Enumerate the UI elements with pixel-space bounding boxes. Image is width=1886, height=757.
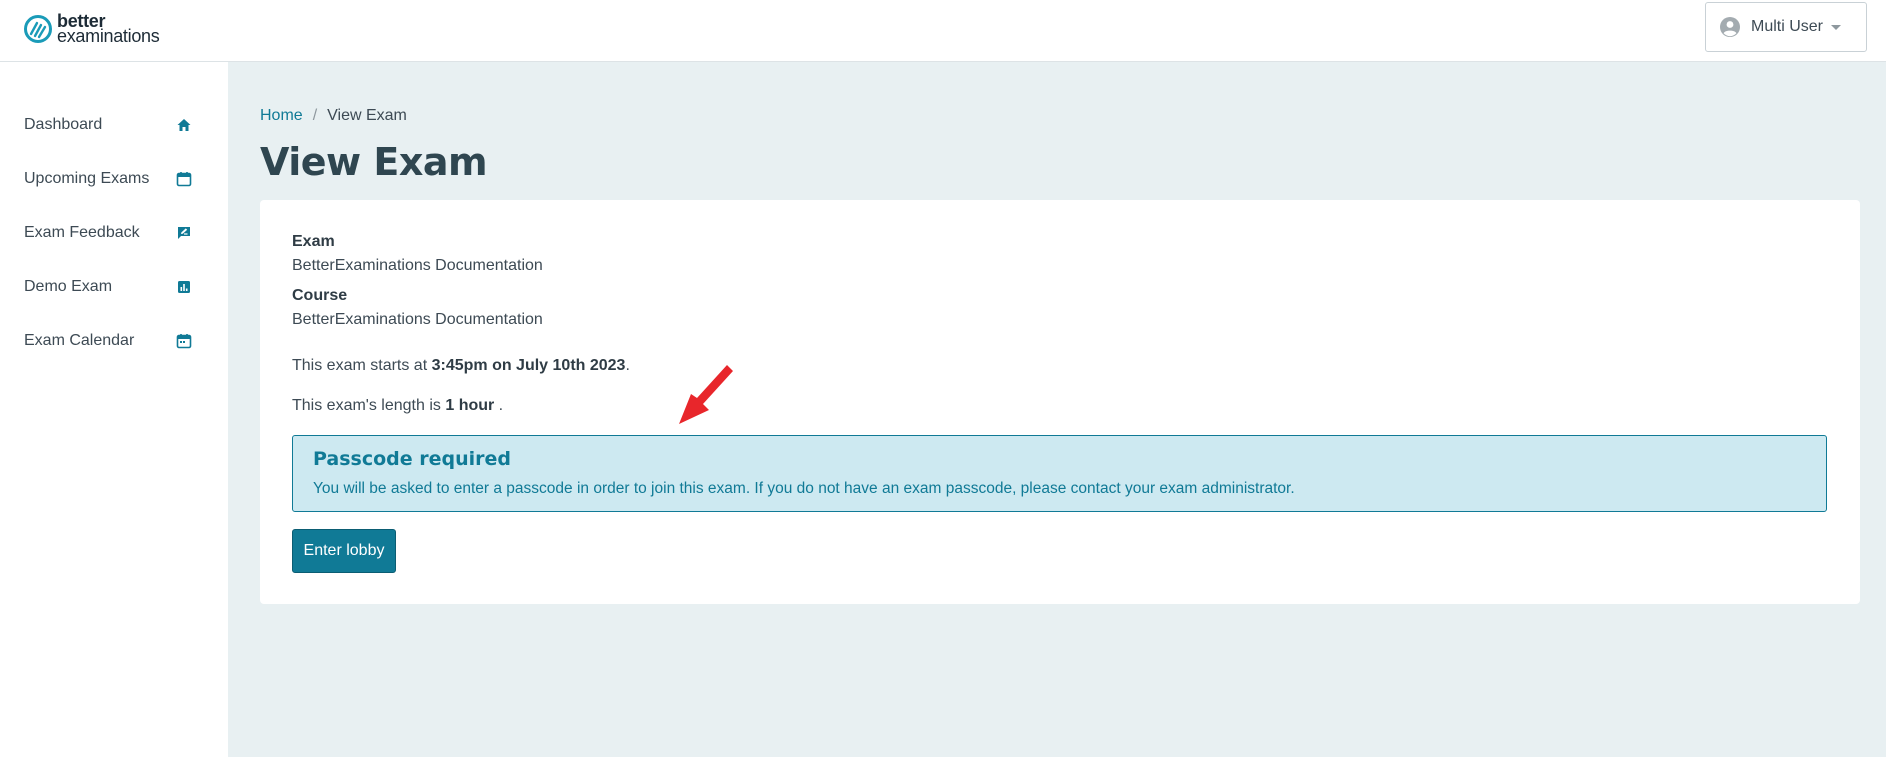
sidebar: Dashboard Upcoming Exams Exam Feedback D… xyxy=(0,62,228,757)
sidebar-item-label: Exam Feedback xyxy=(24,224,140,241)
exam-length-prefix: This exam's length is xyxy=(292,397,446,414)
logo-mark-icon xyxy=(24,15,52,43)
page-title: View Exam xyxy=(260,140,488,184)
brand-logo[interactable]: better examinations xyxy=(23,12,160,46)
exam-start-prefix: This exam starts at xyxy=(292,357,432,374)
top-bar: better examinations Multi User xyxy=(0,0,1886,62)
exam-value: BetterExaminations Documentation xyxy=(292,257,543,274)
exam-length-suffix: . xyxy=(494,397,504,414)
sidebar-item-upcoming-exams[interactable]: Upcoming Exams xyxy=(0,159,228,199)
breadcrumb-separator: / xyxy=(312,107,318,124)
enter-lobby-button[interactable]: Enter lobby xyxy=(292,529,396,573)
logo-line-2: examinations xyxy=(57,26,160,46)
user-name: Multi User xyxy=(1751,18,1824,35)
course-label: Course xyxy=(292,287,348,304)
chevron-down-icon xyxy=(1831,24,1842,30)
sidebar-item-dashboard[interactable]: Dashboard xyxy=(0,105,228,145)
exam-start-value: 3:45pm on July 10th 2023 xyxy=(431,357,626,374)
exam-length-text: This exam's length is 1 hour . xyxy=(292,397,503,415)
exam-start-suffix: . xyxy=(625,357,630,374)
sidebar-item-label: Upcoming Exams xyxy=(24,170,150,187)
user-menu-button[interactable]: Multi User xyxy=(1705,2,1867,52)
alert-title: Passcode required xyxy=(313,448,512,470)
calendar-icon xyxy=(176,334,192,349)
logo-wordmark: better examinations xyxy=(57,12,160,46)
sidebar-item-label: Demo Exam xyxy=(24,278,113,295)
exam-label: Exam xyxy=(292,233,335,250)
calendar-icon xyxy=(176,172,192,187)
passcode-alert: Passcode required You will be asked to e… xyxy=(292,435,1827,512)
breadcrumb-current: View Exam xyxy=(327,107,407,124)
breadcrumb: Home / View Exam xyxy=(260,107,407,125)
breadcrumb-home-link[interactable]: Home xyxy=(260,107,303,125)
sidebar-item-exam-feedback[interactable]: Exam Feedback xyxy=(0,213,228,253)
chart-icon xyxy=(178,281,190,293)
sidebar-item-demo-exam[interactable]: Demo Exam xyxy=(0,267,228,307)
sidebar-item-exam-calendar[interactable]: Exam Calendar xyxy=(0,321,228,361)
course-value: BetterExaminations Documentation xyxy=(292,311,543,328)
exam-length-value: 1 hour xyxy=(445,397,495,414)
feedback-icon xyxy=(178,227,190,239)
exam-details-card: Exam BetterExaminations Documentation Co… xyxy=(260,200,1860,604)
sidebar-item-label: Dashboard xyxy=(24,116,103,133)
exam-start-text: This exam starts at 3:45pm on July 10th … xyxy=(292,357,630,375)
annotation-arrow-icon xyxy=(679,365,733,424)
user-avatar-icon xyxy=(1720,17,1740,37)
sidebar-item-label: Exam Calendar xyxy=(24,332,135,349)
alert-message: You will be asked to enter a passcode in… xyxy=(313,480,1295,497)
home-icon xyxy=(177,119,191,131)
